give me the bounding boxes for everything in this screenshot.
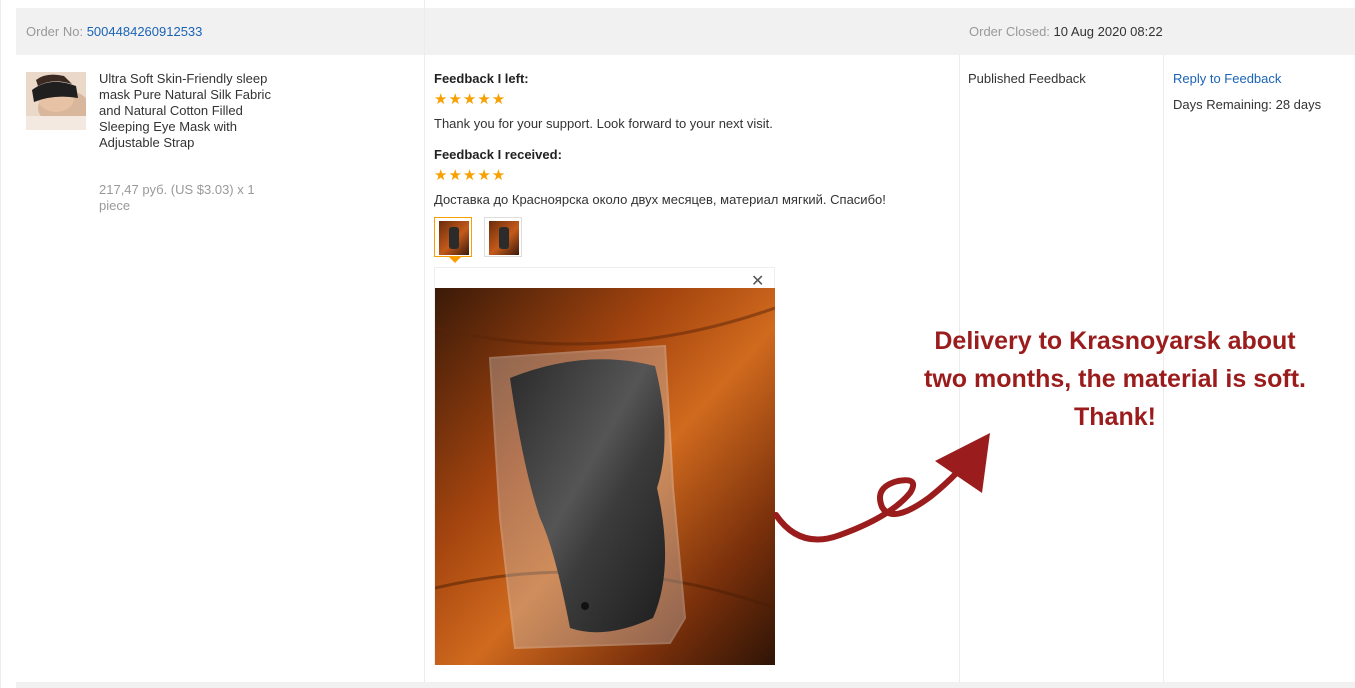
translation-annotation: Delivery to Krasnoyarsk about two months… <box>880 322 1350 436</box>
product-name[interactable]: Ultra Soft Skin-Friendly sleep mask Pure… <box>99 71 279 151</box>
feedback-left-label: Feedback I left: <box>434 71 529 86</box>
row-footer <box>16 682 1355 688</box>
feedback-received-stars: ★★★★★ <box>434 167 507 184</box>
feedback-left-text: Thank you for your support. Look forward… <box>434 116 773 131</box>
product-price: 217,47 руб. (US $3.03) x 1 piece <box>99 182 255 213</box>
feedback-received-label: Feedback I received: <box>434 147 562 162</box>
days-remaining: Days Remaining: 28 days <box>1173 97 1322 112</box>
arrow-icon <box>773 433 990 543</box>
order-header: Order No: 5004484260912533 Order Closed:… <box>16 8 1355 55</box>
reply-to-feedback-link[interactable]: Reply to Feedback <box>1173 71 1281 86</box>
order-closed-label: Order Closed: <box>969 24 1050 39</box>
order-number-label: Order No: <box>26 24 84 39</box>
product-thumbnail[interactable] <box>26 72 86 130</box>
photo-thumbnail-image <box>439 221 469 255</box>
annotation-line-1: Delivery to Krasnoyarsk about <box>934 327 1296 355</box>
order-closed: Order Closed: 10 Aug 2020 08:22 <box>969 24 1163 39</box>
left-border <box>0 0 1 688</box>
order-number: Order No: 5004484260912533 <box>26 24 202 39</box>
selected-thumbnail-caret <box>449 257 461 263</box>
feedback-photo-thumbnail[interactable] <box>434 217 472 257</box>
order-closed-date: 10 Aug 2020 08:22 <box>1053 24 1163 39</box>
order-number-link[interactable]: 5004484260912533 <box>87 24 203 39</box>
feedback-received-text: Доставка до Красноярска около двух месяц… <box>434 192 886 207</box>
photo-thumbnail-image <box>489 221 519 255</box>
feedback-status: Published Feedback <box>968 71 1086 86</box>
feedback-photo-thumbnail[interactable] <box>484 217 522 257</box>
column-divider <box>424 0 425 688</box>
feedback-photo[interactable] <box>435 288 775 665</box>
feedback-left-stars: ★★★★★ <box>434 91 507 108</box>
